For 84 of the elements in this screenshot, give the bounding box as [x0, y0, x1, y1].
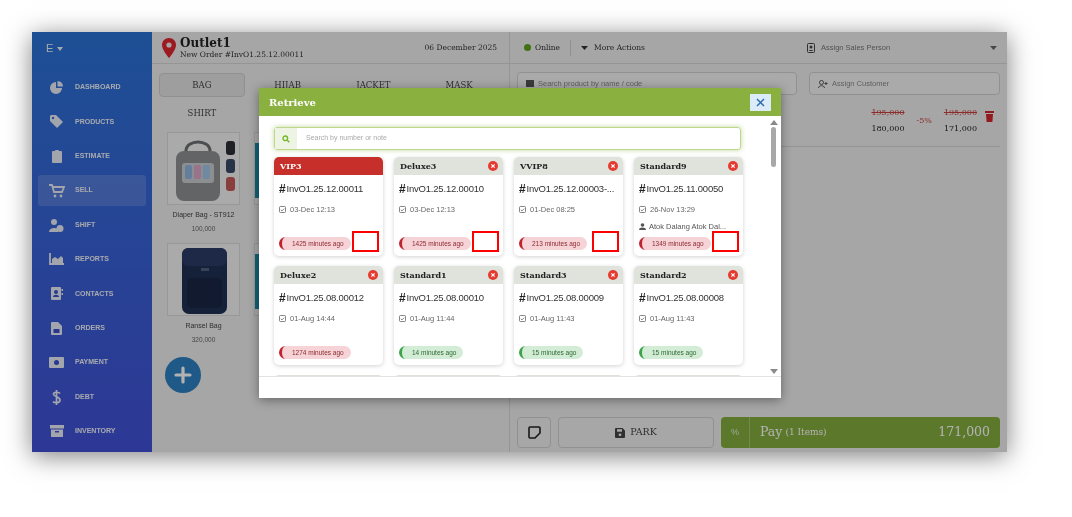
hash-mark: # [399, 181, 406, 198]
close-icon [756, 97, 765, 107]
remove-icon[interactable] [608, 161, 618, 171]
add-user-icon [818, 79, 828, 88]
price: 180,000 [871, 123, 905, 135]
calendar-check-icon [519, 315, 526, 323]
table-label: Standard2 [640, 269, 687, 281]
category-tab[interactable]: BAG [159, 73, 245, 97]
calendar-check-icon [519, 206, 526, 214]
original-price: 195,000 [871, 107, 905, 119]
table-label: VIP3 [280, 160, 302, 172]
table-label: Standard9 [640, 160, 687, 172]
scroll-up-icon[interactable] [769, 120, 778, 125]
trash-icon[interactable] [985, 111, 994, 122]
remove-icon[interactable] [368, 270, 378, 280]
note-button[interactable] [517, 417, 551, 448]
hash-mark: # [399, 290, 406, 307]
hash-mark: # [519, 290, 526, 307]
order-number: InvO1.25.12.00003-... [526, 181, 615, 196]
user-icon [639, 223, 646, 231]
document-icon [51, 321, 62, 335]
order-number: InvO1.25.12.00011 [286, 181, 364, 196]
remove-icon[interactable] [728, 161, 738, 171]
category-tab[interactable]: JACKET [330, 73, 417, 97]
save-icon [615, 427, 626, 438]
remove-icon[interactable] [728, 270, 738, 280]
hash-mark: # [279, 290, 286, 307]
id-badge-icon [807, 42, 815, 53]
order-number: InvO1.25.08.00012 [286, 290, 364, 305]
dollar-icon [52, 389, 61, 405]
tag-icon [50, 115, 63, 129]
add-button[interactable] [165, 356, 201, 393]
order-number: InvO1.25.12.00010 [406, 181, 484, 196]
discount-button[interactable]: % [721, 417, 750, 448]
order-number: InvO1.25.08.00009 [526, 290, 604, 305]
user-clock-icon [49, 218, 64, 232]
scrollbar-thumb[interactable] [771, 127, 776, 167]
caret-icon [57, 46, 64, 51]
address-book-icon [50, 287, 63, 301]
close-button[interactable] [750, 93, 771, 111]
park-button[interactable]: PARK [558, 417, 714, 448]
category-tab[interactable]: SHIRT [159, 101, 245, 125]
remove-icon[interactable] [608, 270, 618, 280]
category-tab[interactable]: MASK [416, 73, 502, 97]
brand-menu-button[interactable]: E [32, 32, 152, 65]
hash-mark: # [639, 181, 646, 198]
remove-icon[interactable] [488, 161, 498, 171]
order-number: InvO1.25.08.00008 [646, 290, 724, 305]
order-number: InvO1.25.08.00010 [406, 290, 484, 305]
table-label: Standard3 [520, 269, 567, 281]
table-label: Standard1 [400, 269, 447, 281]
calendar-check-icon [399, 206, 406, 214]
caret-icon [581, 45, 589, 50]
calendar-check-icon [639, 315, 646, 323]
calendar-check-icon [399, 315, 406, 323]
clipboard-icon [51, 149, 62, 163]
caret-icon [990, 45, 997, 50]
table-label: VVIP8 [520, 160, 548, 172]
scroll-down-icon[interactable] [769, 369, 778, 374]
archive-box-icon [49, 425, 64, 438]
outlet-name: Outlet1 [180, 36, 232, 49]
remove-icon[interactable] [488, 270, 498, 280]
hash-mark: # [519, 181, 526, 198]
note-icon [527, 426, 541, 439]
calendar-check-icon [279, 315, 286, 323]
dialog-title: Retrieve [269, 95, 316, 110]
area-chart-icon [49, 253, 64, 266]
location-pin-icon [162, 37, 176, 58]
calendar-check-icon [279, 206, 286, 214]
cart-icon [48, 183, 65, 198]
calendar-check-icon [639, 206, 646, 214]
table-label: Deluxe2 [280, 269, 317, 281]
discount-value: -5% [916, 115, 932, 127]
pie-chart-icon [50, 81, 63, 94]
table-label: Deluxe3 [400, 160, 437, 172]
price: 171,000 [943, 123, 977, 135]
plus-icon [174, 365, 192, 384]
order-number: InvO1.25.11.00050 [646, 181, 724, 196]
search-icon [282, 134, 290, 143]
banknote-icon [49, 357, 64, 369]
hash-mark: # [279, 181, 286, 198]
original-price: 195,000 [943, 107, 977, 119]
pay-button[interactable]: Pay (1 Items) 171,000 [750, 417, 1000, 448]
hash-mark: # [639, 290, 646, 307]
